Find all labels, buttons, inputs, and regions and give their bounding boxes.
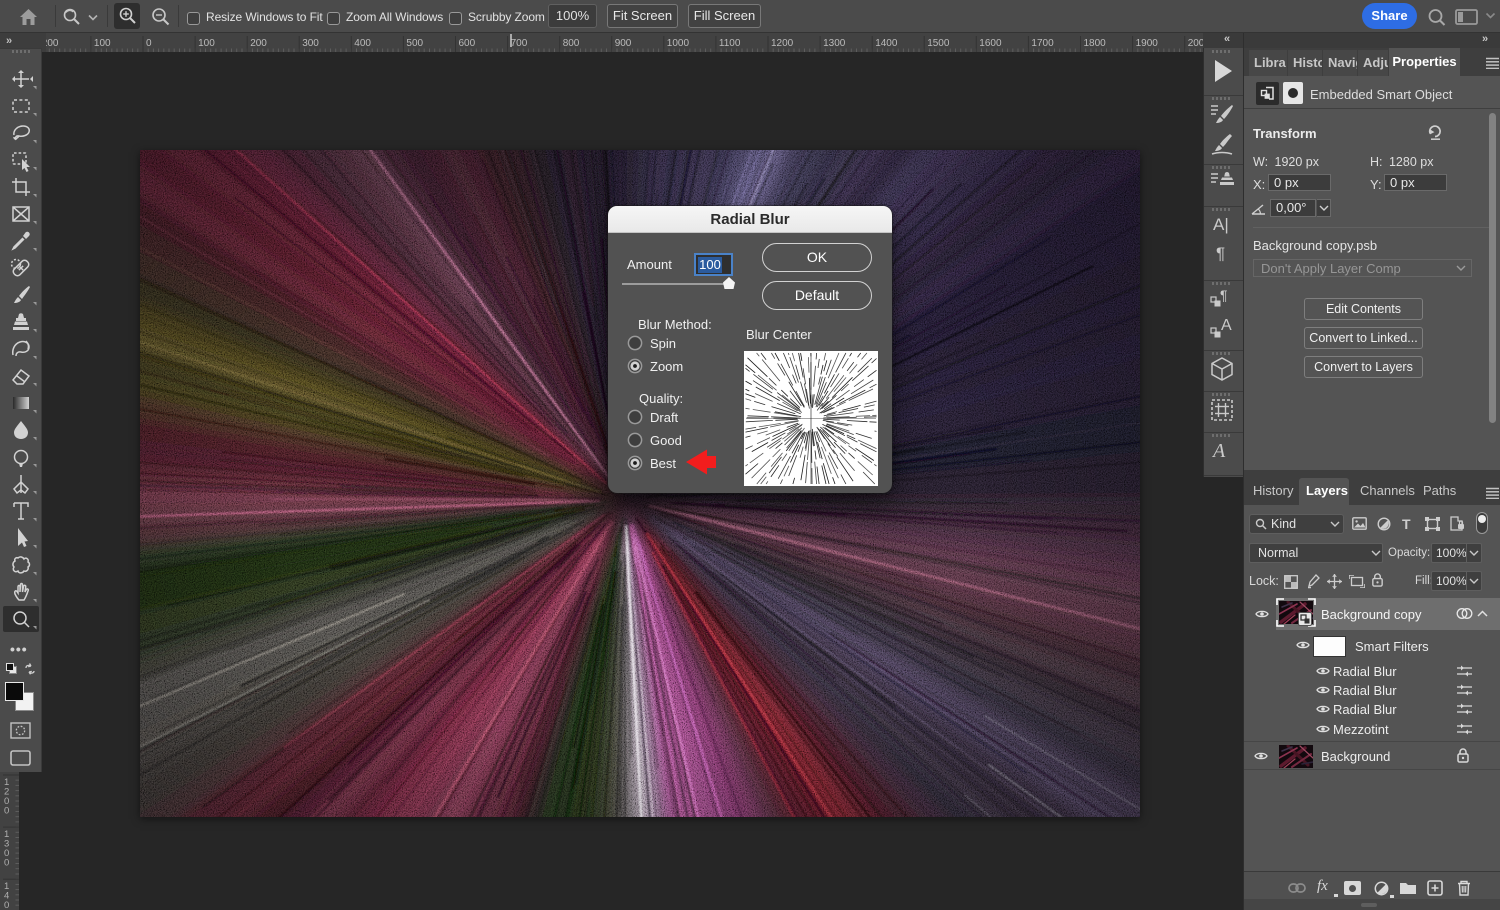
- svg-text:1500: 1500: [927, 38, 950, 49]
- svg-text:1900: 1900: [1136, 38, 1159, 49]
- svg-text:1600: 1600: [979, 38, 1002, 49]
- svg-text:500: 500: [406, 38, 423, 49]
- svg-text:0: 0: [146, 38, 152, 49]
- svg-text:1400: 1400: [875, 38, 898, 49]
- svg-text:400: 400: [354, 38, 371, 49]
- svg-text:2000: 2000: [1188, 38, 1203, 49]
- svg-text:900: 900: [615, 38, 632, 49]
- svg-text:1700: 1700: [1031, 38, 1054, 49]
- svg-text:1200: 1200: [771, 38, 794, 49]
- svg-text:0: 0: [4, 858, 9, 869]
- svg-text:1300: 1300: [823, 38, 846, 49]
- svg-text:800: 800: [563, 38, 580, 49]
- svg-text:700: 700: [511, 38, 528, 49]
- svg-text:1100: 1100: [719, 38, 741, 49]
- svg-text:600: 600: [459, 38, 476, 49]
- svg-text:200: 200: [250, 38, 267, 49]
- svg-text:1800: 1800: [1084, 38, 1107, 49]
- svg-text:1000: 1000: [667, 38, 690, 49]
- svg-text:300: 300: [302, 38, 319, 49]
- svg-text:0: 0: [4, 900, 9, 910]
- svg-text:0: 0: [4, 806, 9, 817]
- svg-text:100: 100: [198, 38, 215, 49]
- svg-text:100: 100: [94, 38, 111, 49]
